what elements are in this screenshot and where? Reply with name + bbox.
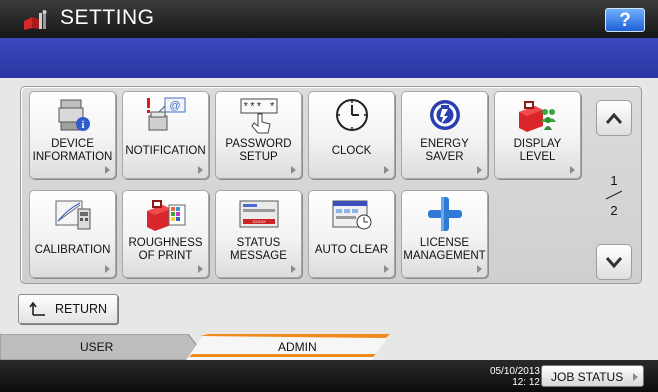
chevron-right-icon	[384, 166, 389, 174]
chevron-right-icon	[291, 166, 296, 174]
message-bar	[0, 38, 658, 78]
roughness-toolbox-icon	[147, 200, 186, 231]
chevron-right-icon	[633, 373, 638, 381]
page-indicator: 1 2	[596, 173, 632, 218]
return-label: RETURN	[55, 302, 108, 316]
tab-user-label: USER	[80, 340, 114, 354]
license-management-button[interactable]: LICENSE MANAGEMENT	[401, 190, 488, 278]
chevron-right-icon	[570, 166, 575, 174]
chevron-right-icon	[384, 265, 389, 273]
job-status-label: JOB STATUS	[551, 370, 624, 384]
display-level-toolbox-users-icon	[519, 101, 556, 132]
return-button[interactable]: RETURN	[18, 294, 118, 324]
auto-clear-icon	[332, 200, 372, 230]
password-setup-button[interactable]: *** * PASSWORD SETUP	[215, 91, 302, 179]
energy-saver-label-1: ENERGY	[420, 138, 469, 150]
chevron-right-icon	[477, 265, 482, 273]
chevron-right-icon	[477, 166, 482, 174]
chevron-down-icon	[605, 257, 623, 269]
chevron-right-icon	[198, 265, 203, 273]
auto-clear-label: AUTO CLEAR	[314, 244, 389, 256]
energy-saver-icon	[430, 100, 460, 130]
license-management-label-1: LICENSE	[419, 237, 470, 249]
display-level-label-2: LEVEL	[519, 151, 556, 163]
status-message-label-2: MESSAGE	[230, 250, 287, 262]
password-setup-label-1: PASSWORD	[225, 138, 292, 150]
calibration-label: CALIBRATION	[34, 244, 111, 256]
svg-text:XXXXX: XXXXX	[252, 219, 266, 224]
device-information-button[interactable]: i DEVICE INFORMATION	[29, 91, 116, 179]
scroll-down-button[interactable]	[596, 244, 632, 280]
page-separator	[605, 190, 623, 200]
chevron-right-icon	[291, 265, 296, 273]
page-current: 1	[610, 173, 618, 188]
clock-button[interactable]: CLOCK	[308, 91, 395, 179]
device-information-label-1: DEVICE	[51, 138, 94, 150]
page-title: SETTING	[60, 6, 155, 29]
calibration-icon	[55, 200, 91, 230]
menu-panel: i DEVICE INFORMATION @ NOTIFICATION *** *	[20, 86, 642, 284]
help-button[interactable]: ?	[605, 8, 645, 32]
device-information-label-2: INFORMATION	[32, 151, 113, 163]
page-total: 2	[610, 203, 618, 218]
date-time: 05/10/2013 12: 12	[470, 366, 540, 388]
device-info-icon: i	[58, 99, 90, 131]
auto-clear-button[interactable]: AUTO CLEAR	[308, 190, 395, 278]
chevron-up-icon	[605, 112, 623, 124]
roughness-label-1: ROUGHNESS	[128, 237, 203, 249]
status-message-button[interactable]: XXXXX STATUS MESSAGE	[215, 190, 302, 278]
svg-text:i: i	[82, 120, 85, 131]
title-bar: SETTING ?	[0, 0, 658, 38]
roughness-label-2: OF PRINT	[138, 250, 193, 262]
notification-button[interactable]: @ NOTIFICATION	[122, 91, 209, 179]
clock-label: CLOCK	[331, 145, 372, 157]
toolbox-setting-icon	[24, 10, 47, 30]
password-setup-label-2: SETUP	[239, 151, 278, 163]
energy-saver-label-2: SAVER	[425, 151, 464, 163]
license-management-label-2: MANAGEMENT	[403, 250, 486, 262]
calibration-button[interactable]: CALIBRATION	[29, 190, 116, 278]
display-level-label-1: DISPLAY	[513, 138, 562, 150]
chevron-right-icon	[198, 166, 203, 174]
return-arrow-icon	[29, 302, 45, 316]
clock-icon	[336, 99, 368, 131]
status-message-label-1: STATUS	[236, 237, 281, 249]
tab-admin-label: ADMIN	[278, 340, 317, 354]
chevron-right-icon	[105, 265, 110, 273]
notification-email-icon: @	[147, 97, 186, 131]
svg-text:@: @	[169, 100, 180, 112]
status-message-icon: XXXXX	[239, 200, 279, 228]
svg-text:*** *: *** *	[242, 102, 275, 114]
scroll-up-button[interactable]	[596, 100, 632, 136]
status-date: 05/10/2013	[489, 366, 540, 377]
display-level-button[interactable]: DISPLAY LEVEL	[494, 91, 581, 179]
chevron-right-icon	[105, 166, 110, 174]
energy-saver-button[interactable]: ENERGY SAVER	[401, 91, 488, 179]
license-plus-icon	[428, 197, 462, 231]
content-area: i DEVICE INFORMATION @ NOTIFICATION *** *	[0, 78, 658, 334]
password-keypad-icon: *** *	[240, 98, 278, 134]
notification-label: NOTIFICATION	[125, 145, 206, 157]
job-status-button[interactable]: JOB STATUS	[541, 365, 644, 387]
roughness-of-print-button[interactable]: ROUGHNESS OF PRINT	[122, 190, 209, 278]
status-time: 12: 12	[512, 377, 540, 388]
